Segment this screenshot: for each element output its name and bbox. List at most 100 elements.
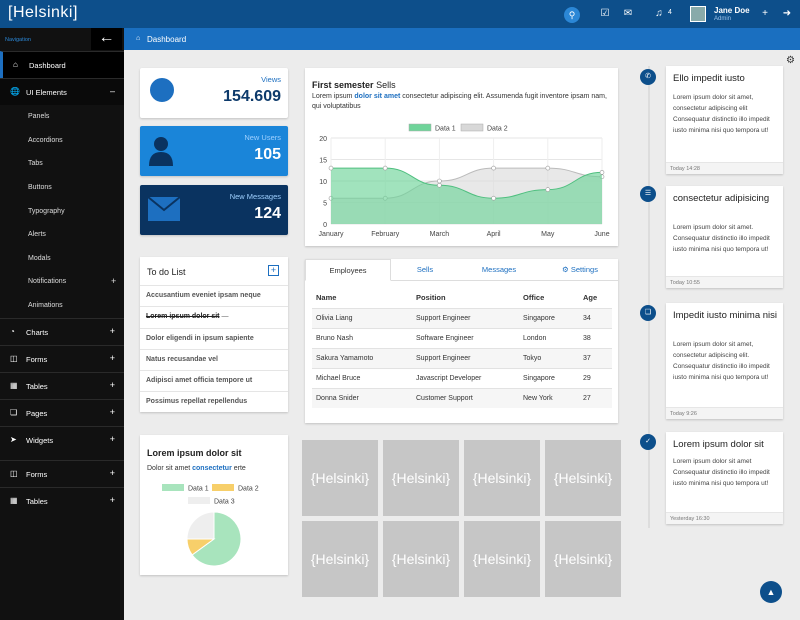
sidebar-item-pages[interactable]: ❏ Pages + <box>0 399 124 426</box>
sidebar-subitem-buttons[interactable]: Buttons <box>28 184 52 191</box>
gallery-tile[interactable]: {Helsinki} <box>464 521 540 597</box>
cell-position: Software Engineer <box>416 335 474 342</box>
tab-employees[interactable]: Employees <box>305 259 391 281</box>
tab-messages[interactable]: Messages <box>467 259 531 281</box>
breadcrumb: ⌂ Dashboard <box>124 28 800 50</box>
tab-settings[interactable]: ⚙ Settings <box>545 259 615 281</box>
sidebar-item-dashboard[interactable]: ⌂ Dashboard <box>0 51 124 78</box>
table-icon: ▦ <box>10 381 18 390</box>
sidebar-subitem-animations[interactable]: Animations <box>28 302 63 309</box>
expand-toggle[interactable]: + <box>111 276 116 286</box>
stat-new-messages: New Messages 124 <box>140 185 288 235</box>
gallery-tile[interactable]: {Helsinki} <box>545 521 621 597</box>
table-row[interactable]: Donna Snider Customer Support New York 27 <box>312 388 612 408</box>
cell-position: Javascript Developer <box>416 375 482 382</box>
add-todo-button[interactable]: + <box>268 265 279 276</box>
todo-item[interactable]: Accusantium eveniet ipsam neque <box>140 285 288 306</box>
table-row[interactable]: Olivia Liang Support Engineer Singapore 34 <box>312 308 612 328</box>
plus-icon[interactable]: + <box>757 7 773 21</box>
y-tick-label: 15 <box>319 158 327 165</box>
table-row[interactable]: Sakura Yamamoto Support Engineer Tokyo 37 <box>312 348 612 368</box>
column-header[interactable]: Office <box>523 293 544 302</box>
todo-item[interactable]: Natus recusandae vel <box>140 349 288 370</box>
paper-plane-icon: ➤ <box>10 435 17 444</box>
tab-bar: Employees Sells Messages ⚙ Settings <box>305 259 618 281</box>
home-icon[interactable]: ⌂ <box>136 35 140 42</box>
sidebar-item-label: Forms <box>26 355 48 364</box>
sidebar-subitem-tabs[interactable]: Tabs <box>28 160 43 167</box>
notification-count: 4 <box>668 9 672 16</box>
logout-icon[interactable]: ➜ <box>779 7 795 21</box>
text-link[interactable]: dolor sit amet <box>354 93 400 100</box>
todo-item[interactable]: Dolor eligendi in ipsum sapiente <box>140 328 288 349</box>
expand-toggle[interactable]: + <box>110 326 115 336</box>
sidebar-item-widgets[interactable]: ➤ Widgets + <box>0 426 124 453</box>
sidebar-item-tables[interactable]: ▦ Tables + <box>0 372 124 399</box>
gallery-tile[interactable]: {Helsinki} <box>383 521 459 597</box>
sidebar-item-forms-2[interactable]: ◫ Forms + <box>0 460 124 487</box>
panel-description: Dolor sit amet consectetur erte <box>147 465 246 472</box>
x-tick-label: April <box>487 231 501 238</box>
sidebar-item-forms[interactable]: ◫ Forms + <box>0 345 124 372</box>
gear-icon[interactable]: ⚙ <box>786 55 795 66</box>
sidebar-subitem-accordions[interactable]: Accordions <box>28 137 63 144</box>
data-point <box>437 183 442 188</box>
sidebar-subitem-modals[interactable]: Modals <box>28 255 51 262</box>
bell-icon[interactable]: ♫ <box>651 7 667 21</box>
tab-sells[interactable]: Sells <box>395 259 455 281</box>
gallery-tile[interactable]: {Helsinki} <box>545 440 621 516</box>
legend-swatch <box>162 484 184 491</box>
collapse-toggle[interactable]: – <box>110 86 115 96</box>
sidebar-subitem-panels[interactable]: Panels <box>28 113 49 120</box>
gallery-tile[interactable]: {Helsinki} <box>464 440 540 516</box>
pie-chart-icon: ◔ <box>10 327 15 336</box>
sidebar-item-ui-elements[interactable]: 🌐 UI Elements – <box>0 78 124 105</box>
collapse-sidebar-button[interactable]: ← <box>91 28 122 50</box>
todo-item-done[interactable]: Lorem ipsum dolor sit — <box>140 306 288 327</box>
expand-toggle[interactable]: + <box>110 434 115 444</box>
sidebar-item-tables-2[interactable]: ▦ Tables + <box>0 487 124 514</box>
expand-toggle[interactable]: + <box>110 353 115 363</box>
gallery-tile[interactable]: {Helsinki} <box>383 440 459 516</box>
gallery-tile[interactable]: {Helsinki} <box>302 521 378 597</box>
gallery-tile[interactable]: {Helsinki} <box>302 440 378 516</box>
legend-label: Data 3 <box>214 499 235 506</box>
timeline-card: Ello impedit iusto Lorem ipsum dolor sit… <box>666 66 783 174</box>
todo-item[interactable]: Possimus repellat repellendus <box>140 391 288 412</box>
expand-toggle[interactable]: + <box>110 468 115 478</box>
expand-toggle[interactable]: + <box>110 495 115 505</box>
y-tick-label: 5 <box>323 201 327 208</box>
search-icon[interactable]: ⚲ <box>564 7 580 23</box>
cell-name: Michael Bruce <box>316 375 361 382</box>
timeline-card: Impedit iusto minima nisi Lorem ipsum do… <box>666 303 783 419</box>
y-tick-label: 20 <box>319 136 327 143</box>
todo-item[interactable]: Adipisci amet officia tempore ut <box>140 370 288 391</box>
scroll-top-button[interactable]: ▲ <box>760 581 782 603</box>
text-link[interactable]: consectetur <box>192 465 232 472</box>
column-header[interactable]: Age <box>583 293 597 302</box>
timeline-title: Lorem ipsum dolor sit <box>673 439 764 450</box>
user-name[interactable]: Jane Doe <box>714 6 750 15</box>
avatar[interactable] <box>690 6 706 22</box>
column-header[interactable]: Position <box>416 293 446 302</box>
pie-slice <box>186 511 215 540</box>
chat-icon[interactable]: ✉ <box>620 7 636 21</box>
timeline-body: Lorem ipsum dolor sit amet, consectetur … <box>673 94 770 134</box>
sidebar-subitem-notifications[interactable]: Notifications <box>28 278 66 285</box>
data-point <box>328 165 334 171</box>
top-bar: [Helsinki] ⚲ ☑ ✉ ♫ 4 Jane Doe Admin + ➜ <box>0 0 800 28</box>
cell-name: Sakura Yamamoto <box>316 355 374 362</box>
sidebar-subitem-typography[interactable]: Typography <box>28 208 65 215</box>
checkbox-icon[interactable]: ☑ <box>597 7 613 21</box>
sidebar-item-label: Dashboard <box>29 61 66 70</box>
sidebar-item-charts[interactable]: ◔ Charts + <box>0 318 124 345</box>
column-header[interactable]: Name <box>316 293 336 302</box>
expand-toggle[interactable]: + <box>110 407 115 417</box>
table-row[interactable]: Michael Bruce Javascript Developer Singapo… <box>312 368 612 388</box>
app-logo[interactable]: [Helsinki] <box>8 4 78 22</box>
table-row[interactable]: Bruno Nash Software Engineer London 38 <box>312 328 612 348</box>
sidebar-subitem-alerts[interactable]: Alerts <box>28 231 46 238</box>
timeline-time: Today 9:26 <box>666 407 783 419</box>
x-tick-label: January <box>319 231 344 238</box>
expand-toggle[interactable]: + <box>110 380 115 390</box>
